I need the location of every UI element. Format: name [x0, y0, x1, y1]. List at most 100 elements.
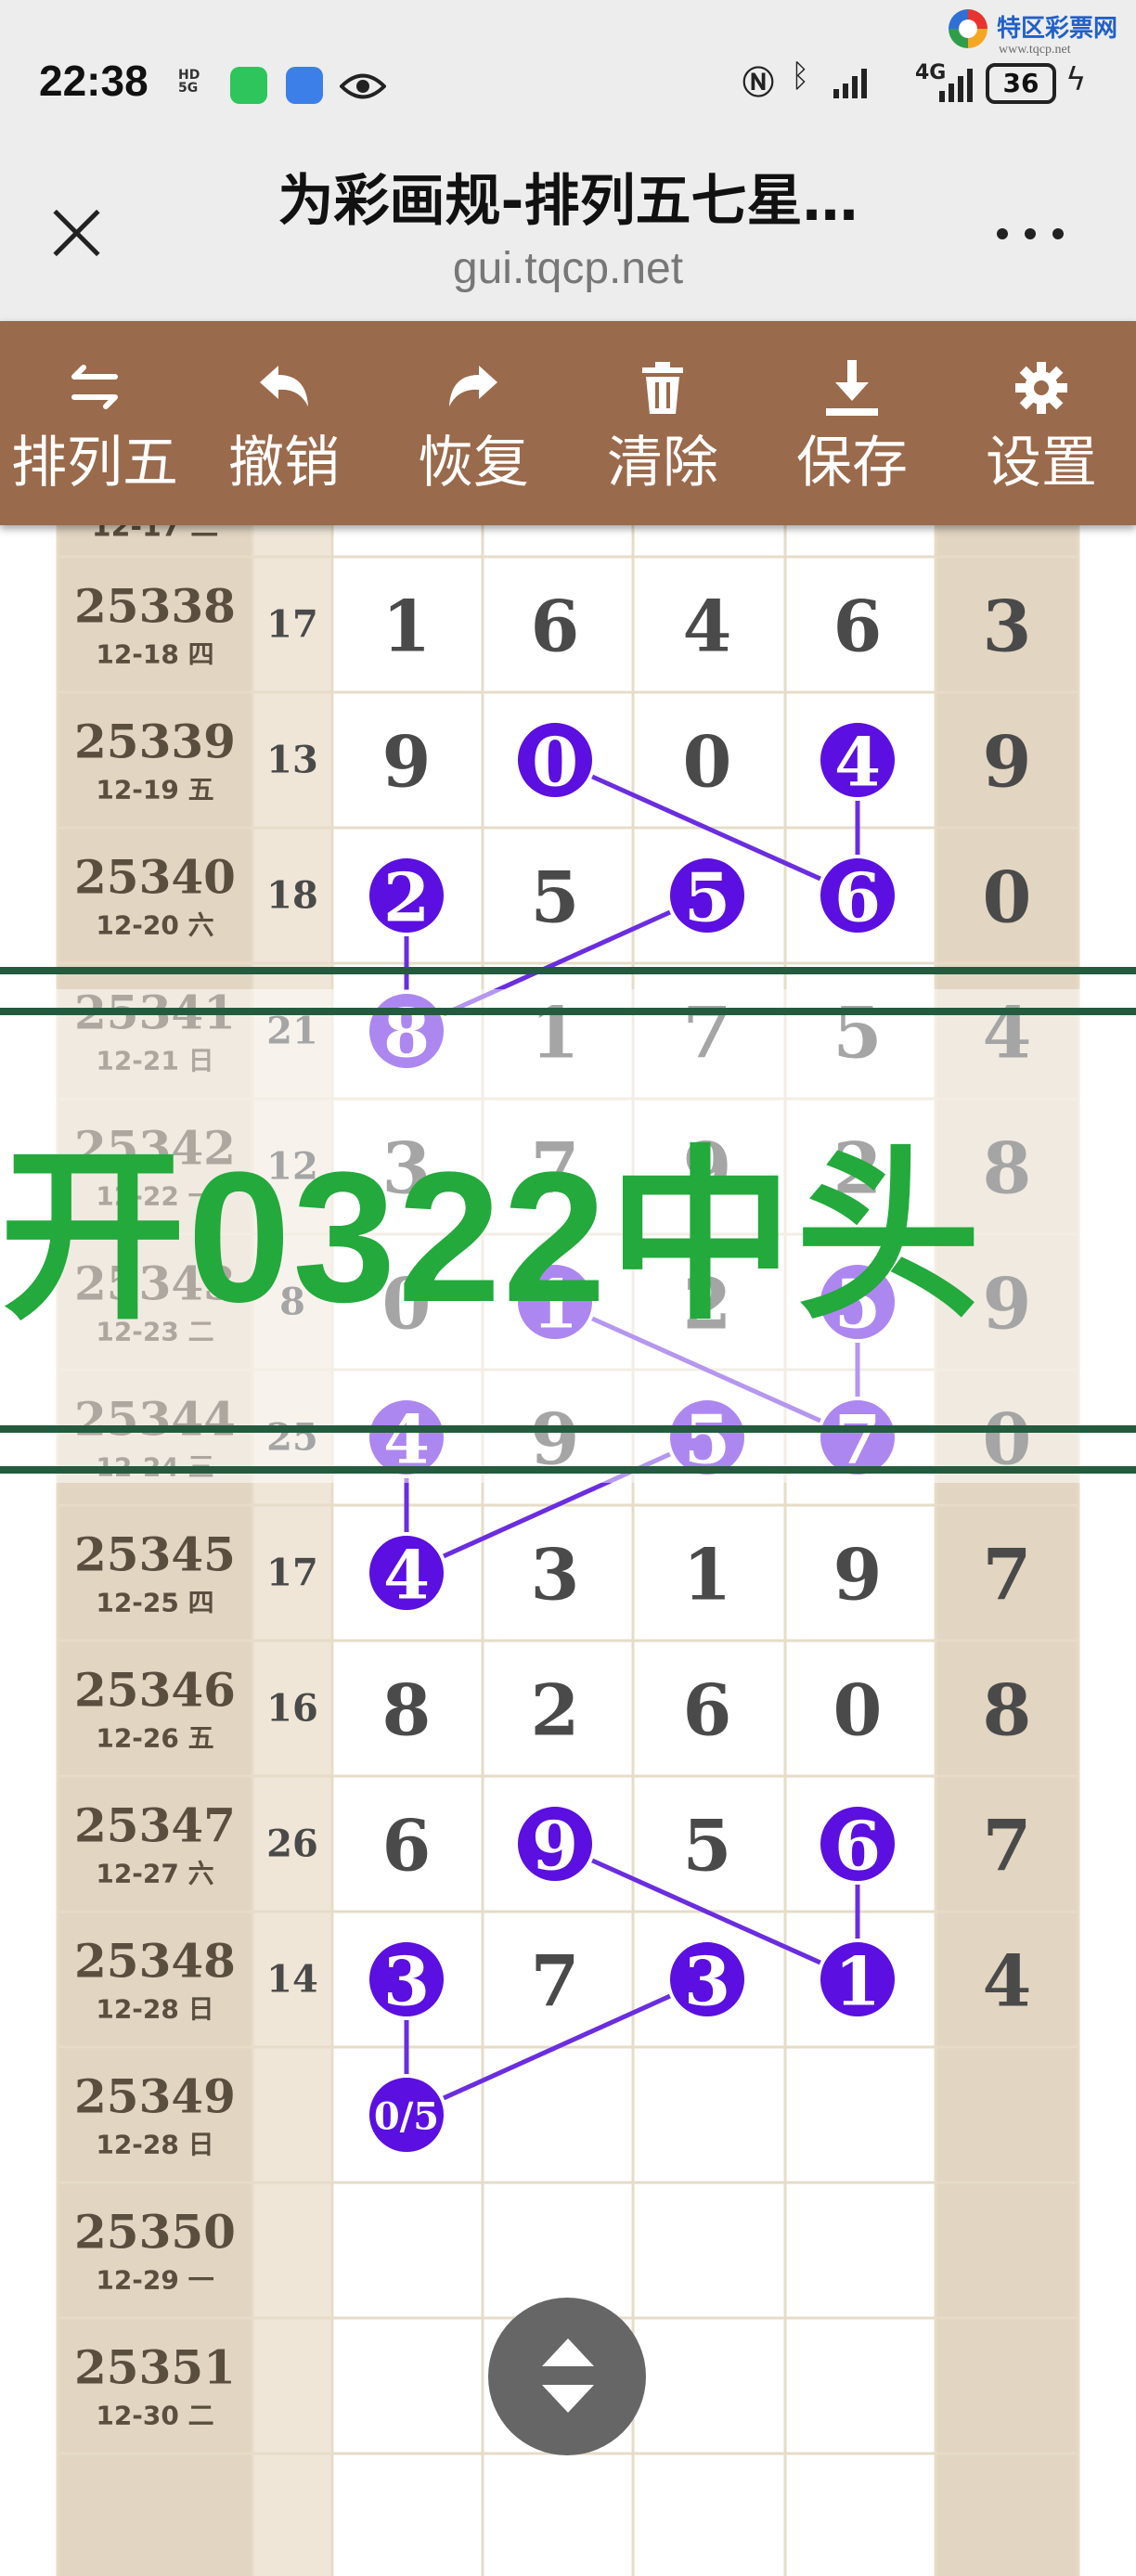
digit-value: 3 [383, 1942, 430, 2021]
sum-value: 26 [266, 1823, 318, 1866]
last-digit-value: 7 [983, 1534, 1032, 1616]
toolbar-label: 排列五 [11, 431, 178, 496]
status-bar: 22:38 HD 5G Ⓝ ᛒ 4G 36 ϟ 特区彩票网 www.tqcp.n… [0, 0, 1136, 139]
digit-value: 2 [383, 858, 430, 937]
digit-value: 6 [834, 858, 881, 937]
issue-number: 25345 [74, 1527, 236, 1582]
browser-title-bar: 为彩画规-排列五七星… gui.tqcp.net [0, 139, 1136, 321]
arrow-up-icon [542, 2338, 594, 2366]
toolbar-save-button[interactable]: 保存 [757, 321, 947, 525]
toolbar-settings-button[interactable]: 设置 [947, 321, 1136, 525]
watermark-name: 特区彩票网 [997, 15, 1118, 43]
issue-date: 12-28 日 [96, 2130, 213, 2160]
last-digit-value: 4 [983, 1940, 1032, 2023]
toolbar-redo-button[interactable]: 恢复 [379, 321, 568, 525]
bluetooth-icon: ᛒ [791, 58, 810, 95]
digit-value: 0/5 [374, 2095, 439, 2139]
watermark-logo-icon [949, 9, 988, 48]
battery-icon: 36 [986, 63, 1056, 104]
issue-number: 25347 [74, 1798, 236, 1853]
last-digit-value: 8 [983, 1669, 1032, 1752]
partial-row-date: 12-17 二 [92, 525, 218, 544]
issue-date: 12-19 五 [96, 775, 213, 805]
issue-date: 12-28 日 [96, 1994, 213, 2025]
scroll-toggle-button[interactable] [488, 2298, 646, 2455]
issue-date: 12-25 四 [96, 1588, 213, 1618]
sum-value: 17 [266, 603, 318, 647]
digit-value: 7 [531, 1940, 580, 2023]
toolbar-lottery-type-button[interactable]: 排列五 [0, 321, 189, 525]
draw-row: 25351 12-30 二 [74, 2340, 236, 2431]
draw-grid: 12-17 二 25338 12-18 四 17 1 6 4 6 3 25339 12-19 五 13… [0, 525, 1136, 2576]
close-icon[interactable] [45, 200, 110, 265]
digit-value: 9 [532, 1807, 578, 1886]
digit-value: 4 [683, 586, 732, 668]
digit-value: 9 [833, 1534, 883, 1616]
toolbar-label: 清除 [607, 431, 718, 496]
toolbar-label: 设置 [986, 431, 1097, 496]
digit-value: 5 [531, 857, 580, 939]
signal-icon [833, 69, 867, 98]
issue-date: 12-26 五 [96, 1723, 213, 1754]
digit-value: 1 [382, 586, 432, 668]
overlay-band-bottom [0, 1422, 1136, 1477]
digit-value: 0 [833, 1669, 883, 1752]
digit-value: 0 [532, 723, 578, 802]
toolbar-label: 撤销 [228, 431, 340, 496]
digit-value: 4 [834, 723, 881, 802]
gear-icon [1015, 362, 1067, 414]
eye-icon [340, 73, 386, 99]
redo-icon [449, 366, 497, 406]
sum-value: 17 [266, 1552, 318, 1595]
hd-indicator: HD 5G [178, 68, 200, 96]
last-digit-value: 3 [983, 586, 1032, 668]
toolbar-undo-button[interactable]: 撤销 [189, 321, 379, 525]
page-url: gui.tqcp.net [452, 244, 684, 293]
issue-date: 12-30 二 [96, 2401, 213, 2431]
toolbar: 排列五 撤销 恢复 清除 保存 设置 [0, 321, 1136, 525]
last-digit-value: 0 [983, 857, 1032, 939]
status-time: 22:38 [39, 57, 148, 105]
more-menu-icon[interactable] [993, 215, 1067, 252]
issue-date: 12-29 一 [96, 2265, 213, 2296]
issue-number: 25346 [74, 1663, 236, 1718]
digit-value: 3 [684, 1942, 730, 2021]
prediction-overlay-text: 开0322中头 [0, 1134, 983, 1341]
digit-value: 2 [531, 1669, 580, 1752]
issue-date: 12-18 四 [96, 639, 213, 670]
issue-number: 25348 [74, 1934, 236, 1989]
swap-icon [71, 365, 118, 409]
draw-row: 25350 12-29 一 [74, 2205, 236, 2296]
page-title: 为彩画规-排列五七星… [278, 169, 858, 234]
issue-number: 25339 [74, 715, 236, 769]
digit-value: 8 [382, 1669, 432, 1752]
overlay-band-top [0, 963, 1136, 1019]
digit-value: 9 [382, 721, 432, 804]
issue-date: 12-27 六 [96, 1859, 213, 1889]
digit-value: 5 [684, 858, 730, 937]
browser-icon [286, 67, 323, 104]
digit-value: 1 [834, 1942, 881, 2021]
sum-value: 14 [266, 1958, 318, 2002]
draw-grid-canvas: 12-17 二2533812-18 四17 1 6 4 6 32533912-19 五13… [56, 525, 1080, 2576]
digit-value: 5 [683, 1805, 732, 1887]
arrow-down-icon [542, 2385, 594, 2413]
digit-value: 6 [683, 1669, 732, 1752]
issue-number: 25338 [74, 579, 236, 634]
issue-number: 25349 [74, 2069, 236, 2124]
toolbar-label: 保存 [796, 431, 908, 496]
sum-value: 18 [266, 874, 318, 918]
digit-value: 1 [683, 1534, 732, 1616]
issue-number: 25350 [74, 2205, 236, 2260]
watermark-url: www.tqcp.net [999, 43, 1071, 57]
undo-icon [260, 366, 308, 406]
last-digit-value: 7 [983, 1805, 1032, 1887]
issue-date: 12-20 六 [96, 910, 213, 941]
issue-number: 25351 [74, 2340, 236, 2395]
nfc-icon: Ⓝ [742, 65, 774, 102]
wechat-icon [230, 67, 267, 104]
trash-icon [642, 362, 683, 414]
download-icon [826, 360, 878, 416]
digit-value: 3 [531, 1534, 580, 1616]
toolbar-clear-button[interactable]: 清除 [568, 321, 757, 525]
